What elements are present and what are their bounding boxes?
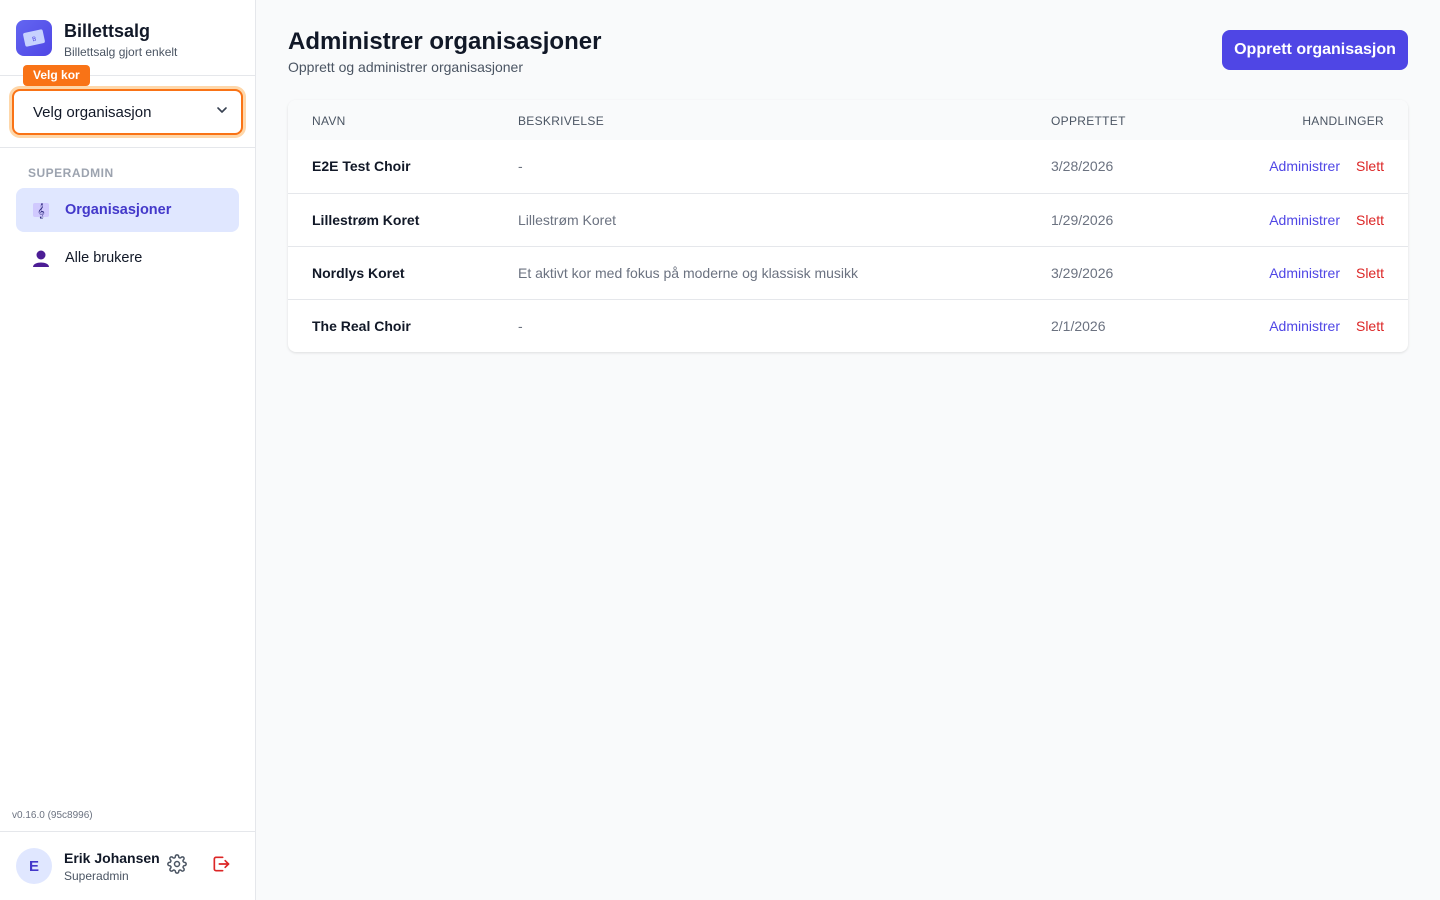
user-name: Erik Johansen	[64, 849, 160, 866]
table-header: NAVN BESKRIVELSE OPPRETTET HANDLINGER	[288, 100, 1408, 140]
divider	[0, 831, 255, 832]
table-row: E2E Test Choir - 3/28/2026 Administrer S…	[288, 140, 1408, 193]
administer-link[interactable]: Administrer	[1269, 158, 1340, 174]
org-created: 2/1/2026	[1051, 318, 1106, 334]
sidebar: B Billettsalg Billettsalg gjort enkelt V…	[0, 0, 256, 900]
table-row: Lillestrøm Koret Lillestrøm Koret 1/29/2…	[288, 193, 1408, 246]
delete-link[interactable]: Slett	[1356, 158, 1384, 174]
svg-text:𝄞: 𝄞	[37, 204, 45, 219]
delete-link[interactable]: Slett	[1356, 318, 1384, 334]
organization-select[interactable]: Velg organisasjon	[12, 89, 243, 135]
section-label-superadmin: SUPERADMIN	[28, 166, 114, 180]
org-created: 3/28/2026	[1051, 158, 1114, 174]
app-version: v0.16.0 (95c8996)	[12, 810, 93, 821]
org-name: The Real Choir	[312, 318, 411, 334]
org-name: Lillestrøm Koret	[312, 212, 420, 228]
org-created: 1/29/2026	[1051, 212, 1114, 228]
music-icon: 𝄞	[30, 199, 52, 221]
table-row: The Real Choir - 2/1/2026 Administrer Sl…	[288, 299, 1408, 352]
org-name: E2E Test Choir	[312, 158, 411, 174]
page-title: Administrer organisasjoner	[288, 28, 602, 55]
gear-icon	[167, 853, 187, 879]
user-profile: E Erik Johansen Superadmin	[16, 848, 160, 884]
settings-button[interactable]	[165, 853, 189, 879]
app-tagline: Billettsalg gjort enkelt	[64, 45, 178, 59]
org-description: -	[518, 318, 523, 334]
administer-link[interactable]: Administrer	[1269, 265, 1340, 281]
column-header-actions: HANDLINGER	[1302, 114, 1384, 128]
sidebar-item-label: Organisasjoner	[65, 202, 172, 218]
delete-link[interactable]: Slett	[1356, 212, 1384, 228]
user-role: Superadmin	[64, 868, 129, 883]
org-created: 3/29/2026	[1051, 265, 1114, 281]
page-subtitle: Opprett og administrer organisasjoner	[288, 59, 524, 75]
ticket-icon: B	[16, 20, 52, 56]
user-icon	[30, 247, 52, 269]
sidebar-item-all-users[interactable]: Alle brukere	[16, 236, 239, 280]
administer-link[interactable]: Administrer	[1269, 212, 1340, 228]
logout-button[interactable]	[209, 854, 233, 878]
table-row: Nordlys Koret Et aktivt kor med fokus på…	[288, 246, 1408, 299]
org-description: Et aktivt kor med fokus på moderne og kl…	[518, 265, 859, 281]
column-header-name: NAVN	[312, 114, 346, 128]
app-title: Billettsalg	[64, 21, 151, 41]
sidebar-item-organizations[interactable]: 𝄞 Organisasjoner	[16, 188, 239, 232]
logout-icon	[211, 854, 231, 879]
administer-link[interactable]: Administrer	[1269, 318, 1340, 334]
org-description: Lillestrøm Koret	[518, 212, 617, 228]
org-name: Nordlys Koret	[312, 265, 405, 281]
divider	[0, 147, 255, 148]
sidebar-item-label: Alle brukere	[65, 250, 143, 266]
avatar: E	[16, 848, 52, 884]
select-choir-badge: Velg kor	[23, 65, 90, 86]
org-description: -	[518, 158, 523, 174]
create-organization-button[interactable]: Opprett organisasjon	[1222, 30, 1408, 70]
organization-select-label: Velg organisasjon	[33, 103, 152, 121]
delete-link[interactable]: Slett	[1356, 265, 1384, 281]
column-header-description: BESKRIVELSE	[518, 114, 605, 128]
column-header-created: OPPRETTET	[1051, 114, 1126, 128]
organizations-table: NAVN BESKRIVELSE OPPRETTET HANDLINGER E2…	[288, 100, 1408, 352]
chevron-down-icon	[215, 103, 229, 122]
brand[interactable]: B Billettsalg Billettsalg gjort enkelt	[16, 20, 177, 59]
